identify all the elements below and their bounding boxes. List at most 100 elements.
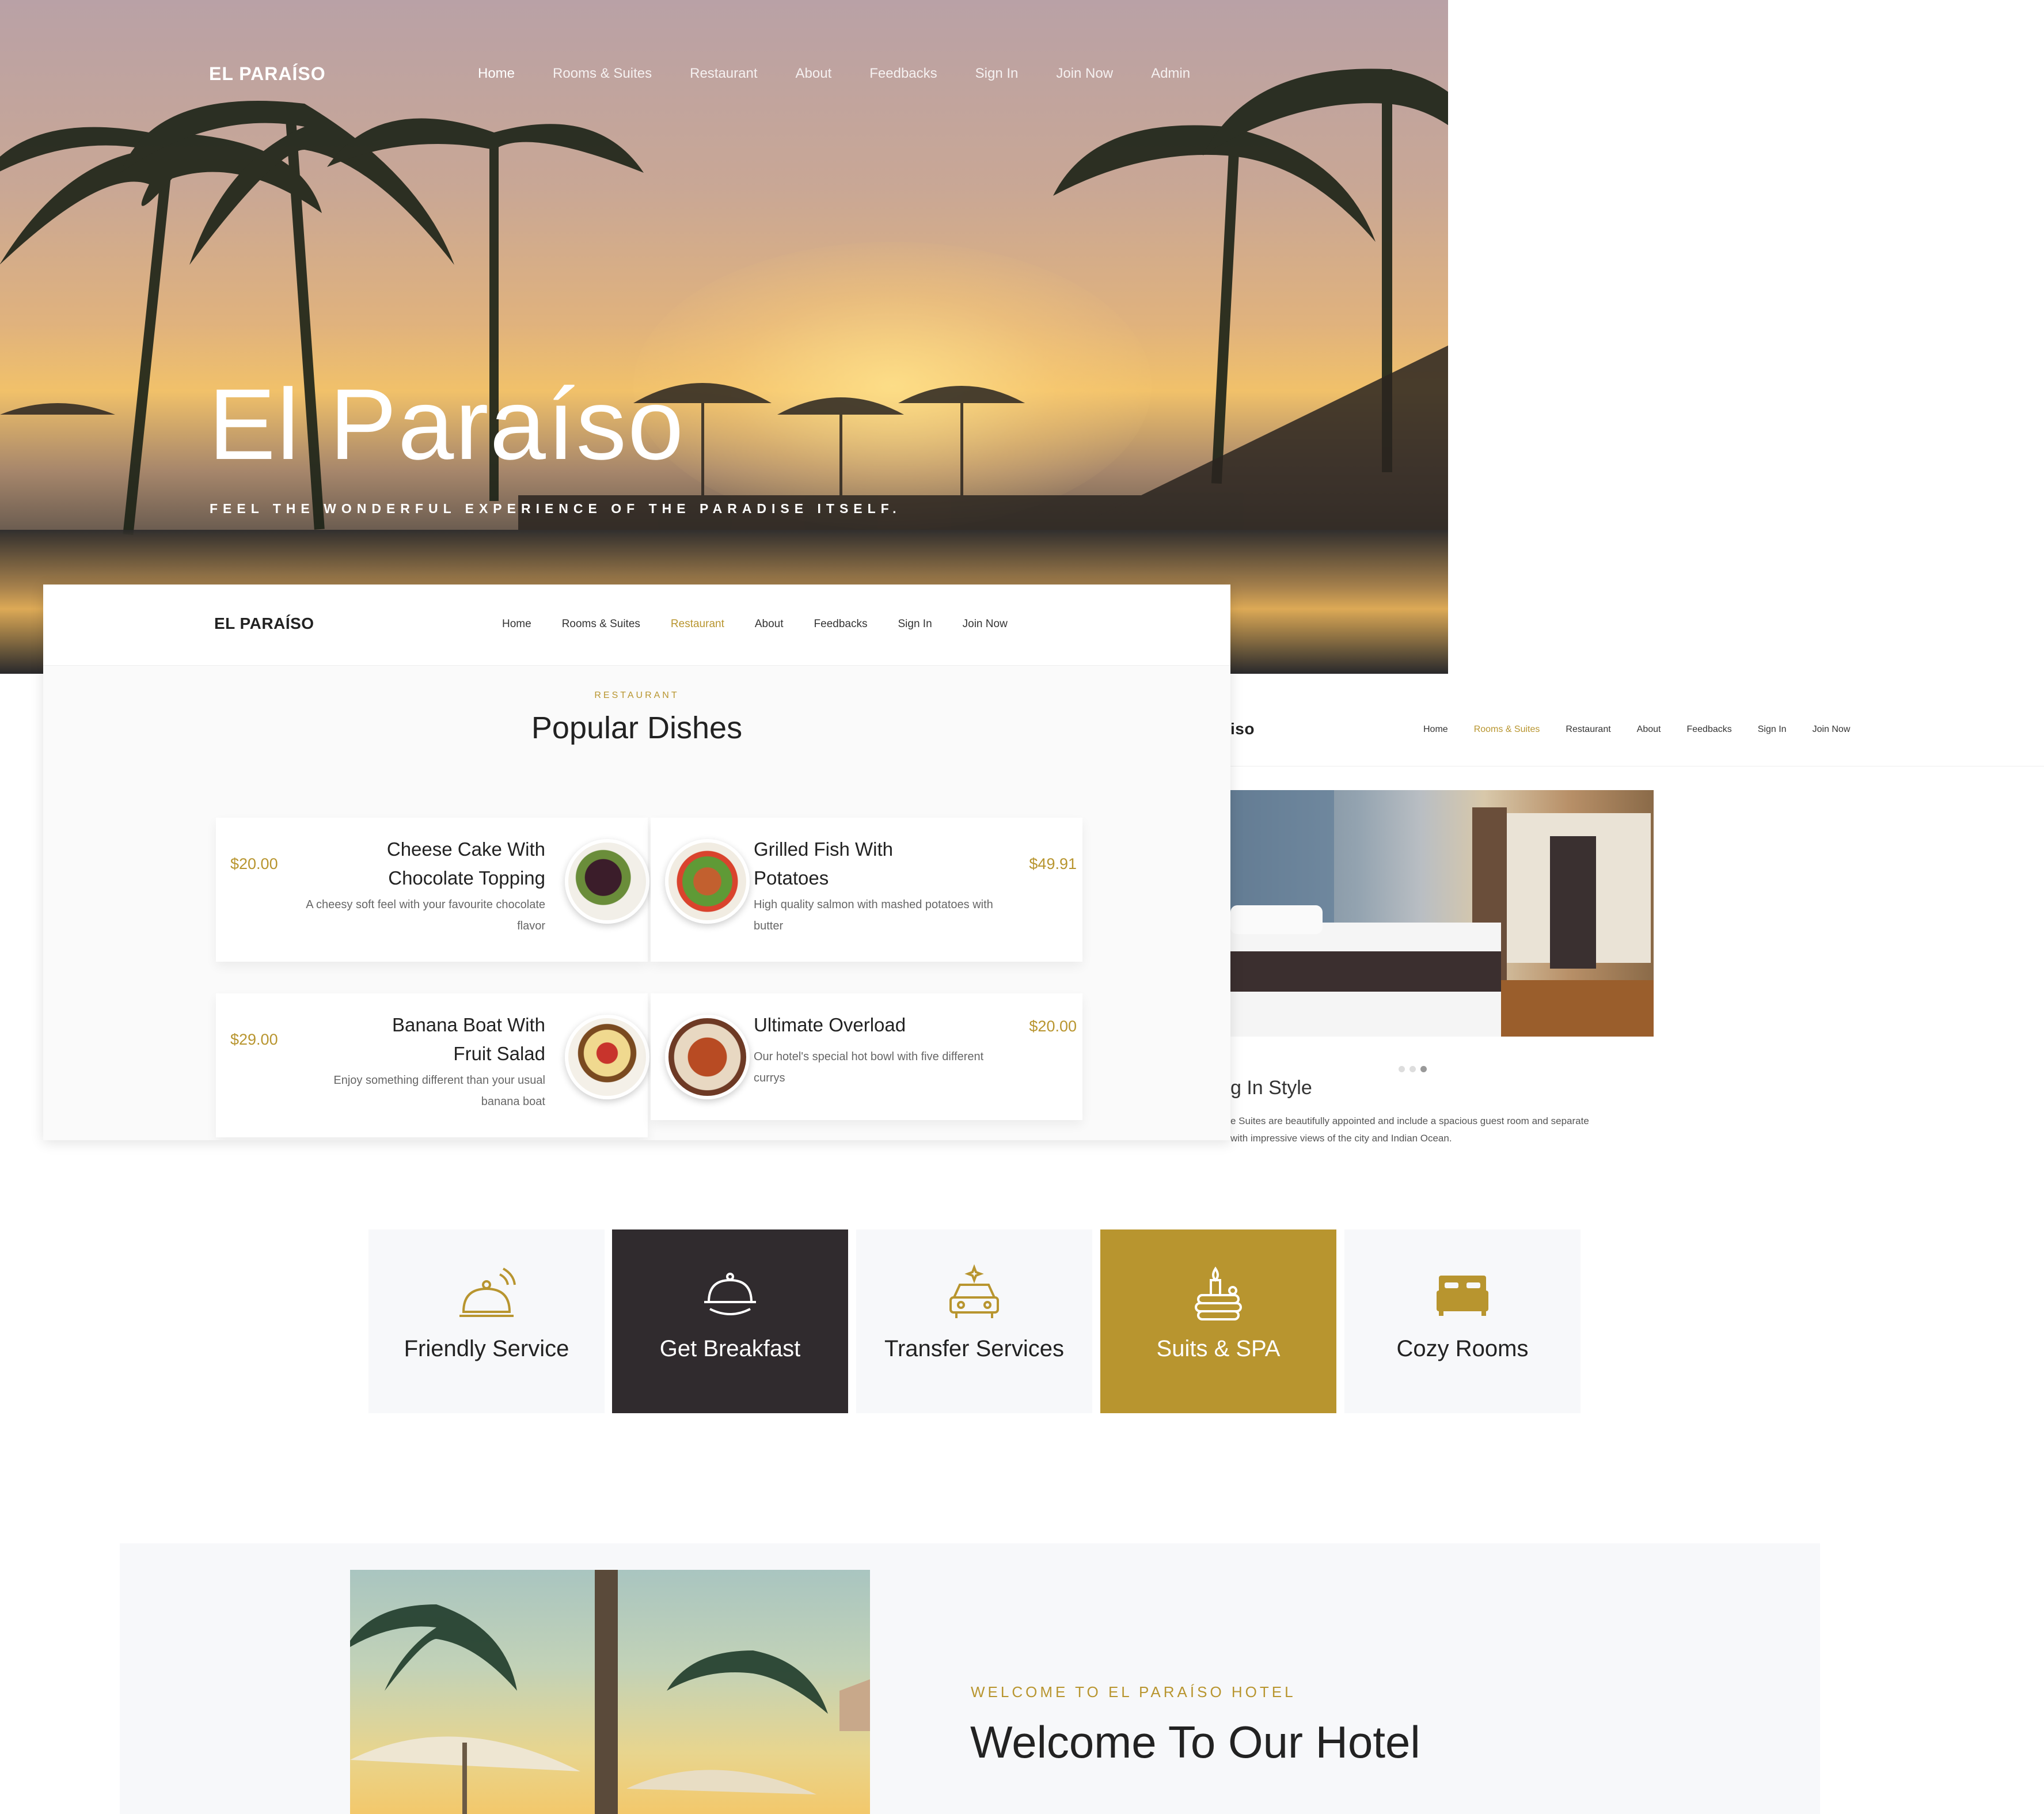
dish-image bbox=[565, 839, 649, 924]
carousel-dot[interactable] bbox=[1409, 1066, 1416, 1072]
feature-suits-spa[interactable]: Suits & SPA bbox=[1100, 1229, 1336, 1413]
section-title: Popular Dishes bbox=[531, 711, 743, 745]
dish-desc-line: butter bbox=[754, 920, 784, 932]
dish-image bbox=[565, 1015, 649, 1099]
dish-card[interactable]: $29.00 Banana Boat With Fruit Salad Enjo… bbox=[216, 993, 649, 1137]
feature-label: Get Breakfast bbox=[659, 1336, 801, 1361]
welcome-section: WELCOME TO EL PARAÍSO HOTEL Welcome To O… bbox=[120, 1543, 1820, 1814]
dish-price: $20.00 bbox=[1029, 1018, 1077, 1035]
welcome-eyebrow: WELCOME TO EL PARAÍSO HOTEL bbox=[971, 1683, 1296, 1701]
nav-feedbacks[interactable]: Feedbacks bbox=[1686, 724, 1731, 735]
top-nav: Home Rooms & Suites Restaurant About Fee… bbox=[478, 66, 1190, 82]
dish-description: High quality salmon with mashed potatoes… bbox=[754, 894, 993, 937]
dish-image bbox=[665, 839, 750, 924]
brand-logo[interactable]: EL PARAÍSO bbox=[209, 63, 326, 85]
carousel-dots bbox=[1399, 1066, 1427, 1072]
dish-name-line: Chocolate Topping bbox=[388, 867, 545, 889]
brand-logo-fragment[interactable]: iso bbox=[1230, 720, 1255, 738]
rooms-nav: Home Rooms & Suites Restaurant About Fee… bbox=[1423, 724, 1850, 735]
nav-sign-in[interactable]: Sign In bbox=[975, 66, 1019, 82]
feature-label: Transfer Services bbox=[884, 1336, 1064, 1361]
nav-join-now[interactable]: Join Now bbox=[963, 618, 1008, 631]
dish-price: $29.00 bbox=[230, 1031, 278, 1048]
rooms-navbar: iso Home Rooms & Suites Restaurant About… bbox=[1230, 700, 2044, 766]
welcome-title: Welcome To Our Hotel bbox=[970, 1717, 1420, 1767]
nav-restaurant[interactable]: Restaurant bbox=[690, 66, 757, 82]
rooms-preview-panel: iso Home Rooms & Suites Restaurant About… bbox=[1230, 700, 2044, 1155]
nav-admin[interactable]: Admin bbox=[1151, 66, 1190, 82]
brand-logo[interactable]: EL PARAÍSO bbox=[214, 614, 314, 633]
nav-sign-in[interactable]: Sign In bbox=[1758, 724, 1787, 735]
nav-restaurant[interactable]: Restaurant bbox=[671, 618, 724, 631]
room-description: e Suites are beautifully appointed and i… bbox=[1230, 1113, 1657, 1147]
dish-card[interactable]: Ultimate Overload $20.00 Our hotel's spe… bbox=[651, 993, 1082, 1120]
dish-name-line: Fruit Salad bbox=[453, 1043, 545, 1064]
room-photo bbox=[1230, 790, 1654, 1037]
dish-desc-line: banana boat bbox=[481, 1095, 545, 1108]
dish-desc-line: Enjoy something different than your usua… bbox=[333, 1074, 545, 1087]
dish-name-line: Cheese Cake With bbox=[386, 838, 545, 860]
dish-price: $20.00 bbox=[230, 855, 278, 872]
room-description-line: with impressive views of the city and In… bbox=[1230, 1133, 1452, 1144]
spa-icon bbox=[1195, 1266, 1242, 1320]
dish-description: A cheesy soft feel with your favourite c… bbox=[306, 894, 545, 937]
dish-name: Banana Boat With Fruit Salad bbox=[392, 1011, 545, 1068]
nav-rooms-suites[interactable]: Rooms & Suites bbox=[553, 66, 652, 82]
feature-friendly-service[interactable]: Friendly Service bbox=[368, 1229, 605, 1413]
restaurant-navbar: EL PARAÍSO Home Rooms & Suites Restauran… bbox=[43, 585, 1230, 666]
dish-name-line: Ultimate Overload bbox=[754, 1014, 906, 1035]
hero-subtitle: FEEL THE WONDERFUL EXPERIENCE OF THE PAR… bbox=[210, 501, 902, 516]
dish-desc-line: currys bbox=[754, 1072, 785, 1084]
dish-name: Ultimate Overload bbox=[754, 1011, 906, 1039]
feature-get-breakfast[interactable]: Get Breakfast bbox=[612, 1229, 848, 1413]
feature-transfer-services[interactable]: Transfer Services bbox=[856, 1229, 1092, 1413]
room-description-line: e Suites are beautifully appointed and i… bbox=[1230, 1115, 1589, 1126]
dish-desc-line: flavor bbox=[517, 920, 545, 932]
room-heading: g In Style bbox=[1230, 1077, 1312, 1099]
nav-feedbacks[interactable]: Feedbacks bbox=[814, 618, 868, 631]
dish-name: Cheese Cake With Chocolate Topping bbox=[387, 835, 545, 893]
dish-desc-line: High quality salmon with mashed potatoes… bbox=[754, 898, 993, 911]
nav-rooms-suites[interactable]: Rooms & Suites bbox=[562, 618, 640, 631]
restaurant-panel: EL PARAÍSO Home Rooms & Suites Restauran… bbox=[43, 585, 1230, 1140]
nav-about[interactable]: About bbox=[796, 66, 832, 82]
dish-card[interactable]: Grilled Fish With Potatoes $49.91 High q… bbox=[651, 818, 1082, 962]
nav-home[interactable]: Home bbox=[1423, 724, 1448, 735]
nav-join-now[interactable]: Join Now bbox=[1813, 724, 1851, 735]
dish-name: Grilled Fish With Potatoes bbox=[754, 835, 893, 893]
dish-description: Our hotel's special hot bowl with five d… bbox=[754, 1046, 983, 1089]
dish-desc-line: A cheesy soft feel with your favourite c… bbox=[306, 898, 545, 911]
dish-description: Enjoy something different than your usua… bbox=[333, 1070, 545, 1113]
nav-restaurant[interactable]: Restaurant bbox=[1566, 724, 1610, 735]
dish-card[interactable]: $20.00 Cheese Cake With Chocolate Toppin… bbox=[216, 818, 649, 962]
nav-home[interactable]: Home bbox=[478, 66, 515, 82]
service-bell-icon bbox=[459, 1267, 516, 1317]
carousel-dot[interactable] bbox=[1399, 1066, 1405, 1072]
nav-join-now[interactable]: Join Now bbox=[1056, 66, 1113, 82]
feature-label: Suits & SPA bbox=[1156, 1336, 1281, 1361]
nav-about[interactable]: About bbox=[755, 618, 784, 631]
nav-home[interactable]: Home bbox=[502, 618, 531, 631]
dish-price: $49.91 bbox=[1029, 855, 1077, 872]
car-icon bbox=[949, 1264, 999, 1318]
dish-name-line: Grilled Fish With bbox=[754, 838, 894, 860]
feature-cozy-rooms[interactable]: Cozy Rooms bbox=[1344, 1229, 1581, 1413]
dish-name-line: Potatoes bbox=[754, 867, 829, 889]
feature-label: Friendly Service bbox=[404, 1336, 569, 1361]
room-illustration bbox=[1230, 790, 1654, 1037]
cloche-icon bbox=[704, 1273, 756, 1315]
nav-rooms-suites[interactable]: Rooms & Suites bbox=[1474, 724, 1540, 735]
nav-feedbacks[interactable]: Feedbacks bbox=[869, 66, 937, 82]
feature-label: Cozy Rooms bbox=[1396, 1336, 1529, 1361]
welcome-photo bbox=[350, 1570, 870, 1814]
hero-banner: EL PARAÍSO Home Rooms & Suites Restauran… bbox=[0, 0, 1448, 674]
section-eyebrow: RESTAURANT bbox=[594, 690, 679, 700]
dish-name-line: Banana Boat With bbox=[392, 1014, 545, 1035]
restaurant-nav: Home Rooms & Suites Restaurant About Fee… bbox=[502, 618, 1008, 631]
nav-sign-in[interactable]: Sign In bbox=[898, 618, 932, 631]
dish-desc-line: Our hotel's special hot bowl with five d… bbox=[754, 1050, 984, 1063]
hero-title: El Paraíso bbox=[208, 369, 685, 481]
nav-about[interactable]: About bbox=[1637, 724, 1661, 735]
bed-icon bbox=[1437, 1276, 1488, 1316]
carousel-dot-active[interactable] bbox=[1420, 1066, 1427, 1072]
